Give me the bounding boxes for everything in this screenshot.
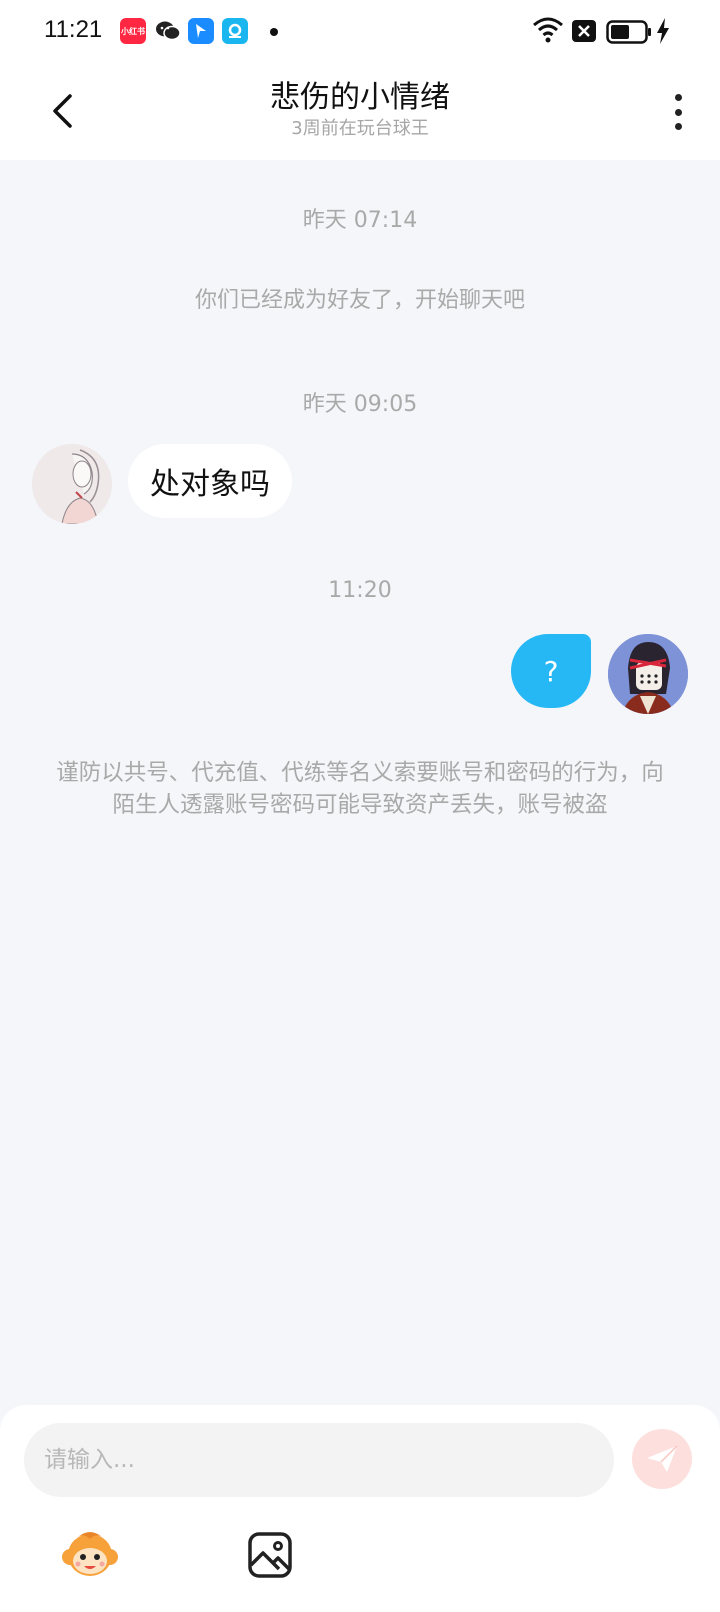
incoming-message-text: 处对象吗 [150,467,270,502]
incoming-message-bubble[interactable]: 处对象吗 [128,444,292,518]
xiaohongshu-icon: 小红书 [120,18,146,44]
status-bar: 11:21 小红书 [0,0,720,62]
outgoing-message-bubble[interactable]: ? [511,634,591,708]
app-blue-icon [188,18,214,44]
chat-title: 悲伤的小情绪 [270,80,450,115]
image-button[interactable] [240,1525,300,1585]
charging-icon [656,18,670,48]
close-icon [572,20,596,46]
friend-avatar[interactable] [32,444,112,524]
status-time: 11:21 [44,16,103,43]
app-cyan-icon [222,18,248,44]
send-icon [647,1445,678,1472]
image-icon [248,1532,292,1578]
chat-header: 悲伤的小情绪 3周前在玩台球王 [0,62,720,160]
xiaohongshu-icon-label: 小红书 [121,26,145,36]
monkey-sticker-icon [62,1532,118,1576]
timestamp: 昨天 09:05 [302,392,418,417]
battery-icon [606,20,652,48]
wifi-icon [532,16,564,48]
notification-dot [270,28,278,36]
outgoing-message-text: ? [543,654,559,688]
chat-subtitle: 3周前在玩台球王 [291,118,429,139]
timestamp: 11:20 [328,578,392,603]
friend-notice: 你们已经成为好友了，开始聊天吧 [194,288,525,313]
security-warning: 谨防以共号、代充值、代练等名义索要账号和密码的行为，向陌生人透露账号密码可能导致… [56,760,664,818]
my-avatar[interactable] [608,634,688,714]
more-dot-icon [674,94,682,101]
input-panel [0,1405,720,1612]
message-input[interactable] [24,1423,614,1497]
send-button[interactable] [632,1429,692,1489]
emoji-sticker-button[interactable] [60,1525,120,1585]
wechat-icon [155,18,181,44]
timestamp: 昨天 07:14 [302,208,418,233]
more-dot-icon [674,108,682,116]
more-dot-icon [674,123,682,130]
more-options-button[interactable] [666,90,690,134]
